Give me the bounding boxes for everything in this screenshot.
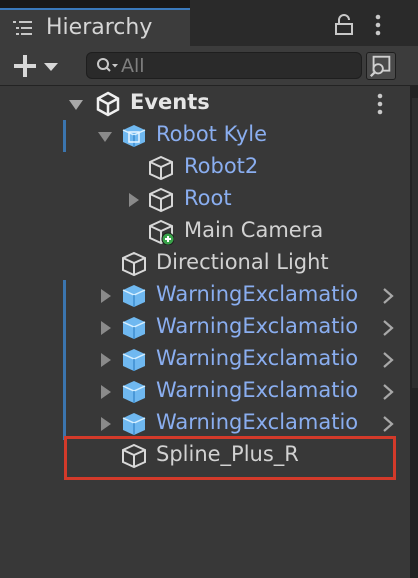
tree-item-label: WarningExclamatio <box>156 314 359 338</box>
tree-item-warning-exclamation[interactable]: WarningExclamatio <box>0 312 410 344</box>
gameobject-cube-icon <box>149 187 173 213</box>
prefab-cube-icon <box>122 413 146 435</box>
gameobject-cube-icon <box>122 251 146 277</box>
tree-item-warning-exclamation[interactable]: WarningExclamatio <box>0 344 410 376</box>
tree-item-label: WarningExclamatio <box>156 410 359 434</box>
tree-item-label: Robot2 <box>184 154 259 178</box>
scene-label: Events <box>130 90 210 114</box>
open-prefab-arrow-icon[interactable] <box>381 382 395 402</box>
kebab-menu-icon[interactable] <box>368 14 388 36</box>
open-prefab-arrow-icon[interactable] <box>381 414 395 434</box>
tree-item-robot2[interactable]: Robot2 <box>0 152 410 184</box>
tree-item-warning-exclamation[interactable]: WarningExclamatio <box>0 280 410 312</box>
tree-item-robot-kyle[interactable]: Robot Kyle <box>0 120 410 152</box>
plus-dropdown-icon[interactable] <box>10 52 66 80</box>
expand-arrow-icon[interactable] <box>97 128 113 144</box>
collapse-arrow-icon[interactable] <box>98 288 114 304</box>
list-icon <box>13 21 32 35</box>
tree-item-warning-exclamation[interactable]: WarningExclamatio <box>0 376 410 408</box>
tree-item-label: Robot Kyle <box>156 122 268 146</box>
prefab-cube-icon <box>122 317 146 339</box>
collapse-arrow-icon[interactable] <box>98 352 114 368</box>
override-marker <box>63 376 66 408</box>
tree-item-root[interactable]: Root <box>0 184 410 216</box>
collapse-arrow-icon[interactable] <box>98 384 114 400</box>
gameobject-cube-icon <box>149 155 173 181</box>
hierarchy-toolbar <box>0 46 418 86</box>
override-marker <box>63 344 66 376</box>
highlight-box <box>64 436 396 480</box>
open-prefab-arrow-icon[interactable] <box>381 286 395 306</box>
search-input[interactable] <box>121 53 351 78</box>
open-prefab-arrow-icon[interactable] <box>381 350 395 370</box>
prefab-cube-icon <box>122 285 146 307</box>
override-marker <box>63 280 66 312</box>
collapse-arrow-icon[interactable] <box>98 416 114 432</box>
tree-item-label: WarningExclamatio <box>156 346 359 370</box>
scene-search-icon[interactable] <box>366 52 396 80</box>
collapse-arrow-icon[interactable] <box>126 192 142 208</box>
tab-hierarchy[interactable]: Hierarchy <box>0 8 190 46</box>
adjacent-panel-edge <box>410 86 418 578</box>
tree-item-directional-light[interactable]: Directional Light <box>0 248 410 280</box>
search-field[interactable] <box>86 52 362 79</box>
added-gameobject-icon <box>149 219 174 245</box>
override-marker <box>63 312 66 344</box>
unity-logo-icon <box>96 91 120 117</box>
hierarchy-tree: Events Robot Kyle Robot2 Root Main Camer… <box>0 86 410 578</box>
prefab-cube-icon <box>122 381 146 403</box>
override-marker <box>63 120 66 152</box>
expand-arrow-icon[interactable] <box>68 96 84 112</box>
tree-item-label: Directional Light <box>156 250 329 274</box>
tree-item-label: Main Camera <box>184 218 324 242</box>
collapse-arrow-icon[interactable] <box>98 320 114 336</box>
scene-menu-icon[interactable] <box>372 92 388 116</box>
tree-item-label: Root <box>184 186 232 210</box>
tab-strip: Hierarchy <box>0 0 418 46</box>
search-dropdown-icon[interactable] <box>95 57 119 75</box>
lock-icon[interactable] <box>334 14 354 36</box>
tree-item-main-camera[interactable]: Main Camera <box>0 216 410 248</box>
prefab-cube-icon <box>122 349 146 371</box>
prefab-cube-icon <box>122 125 146 147</box>
open-prefab-arrow-icon[interactable] <box>381 318 395 338</box>
adjacent-panel-stub <box>412 98 418 388</box>
scene-row-events[interactable]: Events <box>0 88 410 120</box>
tab-title: Hierarchy <box>46 15 153 40</box>
tree-item-label: WarningExclamatio <box>156 282 359 306</box>
tree-item-label: WarningExclamatio <box>156 378 359 402</box>
